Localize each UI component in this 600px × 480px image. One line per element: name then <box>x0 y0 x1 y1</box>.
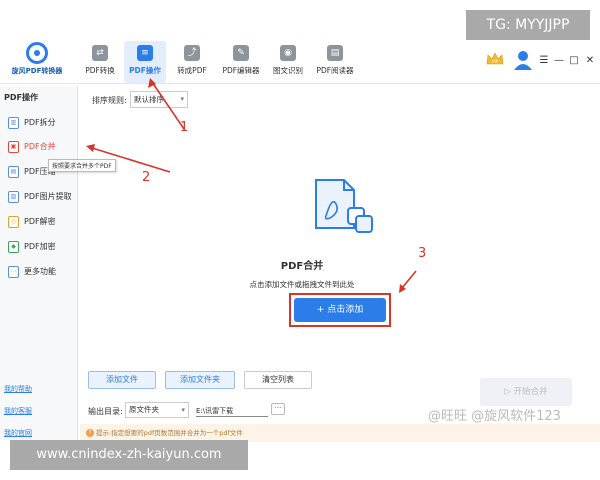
arrow-2-head <box>86 144 95 152</box>
tg-overlay-label: TG: MYYJJPP <box>466 10 590 40</box>
annotation-number-1: 1 <box>180 120 189 135</box>
app-window: 旋风PDF转换器 ⇄ PDF转换 ≡ PDF操作 ⤴ 转成PDF ✎ PDF编辑… <box>0 0 600 480</box>
annotation-number-3: 3 <box>418 246 427 261</box>
annotation-number-2: 2 <box>142 170 151 185</box>
arrow-3 <box>401 270 417 289</box>
watermark-text: @旺旺 @旋风软件123 <box>428 409 561 424</box>
arrow-2 <box>91 147 171 173</box>
url-overlay-label: www.cnindex-zh-kaiyun.com <box>10 440 248 470</box>
